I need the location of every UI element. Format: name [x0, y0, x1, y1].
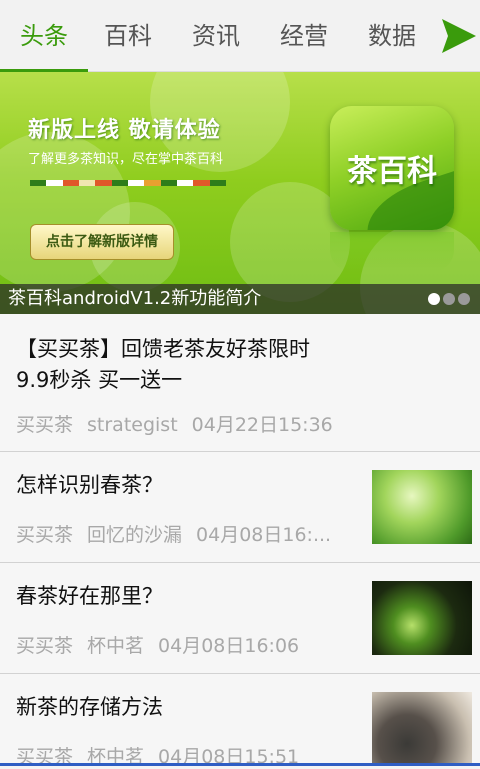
- more-tabs-button[interactable]: [438, 16, 480, 56]
- list-item[interactable]: 新茶的存储方法 买买茶 杯中茗 04月08日15:51: [0, 674, 480, 768]
- banner-caption-bar: 茶百科androidV1.2新功能简介: [0, 284, 480, 314]
- banner-color-strip: [30, 180, 226, 186]
- news-author: 回忆的沙漏: [87, 524, 183, 546]
- news-source: 买买茶: [16, 635, 74, 657]
- top-tab-bar: 头条 百科 资讯 经营 数据: [0, 0, 480, 72]
- tea-encyclopedia-logo: 茶百科: [330, 106, 454, 230]
- arrow-right-icon: [442, 19, 476, 53]
- news-thumbnail: [372, 470, 472, 544]
- logo-text: 茶百科: [347, 154, 437, 189]
- banner-carousel[interactable]: 新版上线 敬请体验 了解更多茶知识，尽在掌中茶百科 点击了解新版详情 茶百科 茶…: [0, 72, 480, 314]
- news-thumbnail: [372, 692, 472, 766]
- banner-promo-subtitle: 了解更多茶知识，尽在掌中茶百科: [28, 152, 224, 167]
- carousel-dot[interactable]: [458, 293, 470, 305]
- news-time: 04月08日16:06: [158, 635, 300, 657]
- news-title: 怎样识别春茶？: [16, 473, 163, 497]
- news-meta: 买买茶 strategist 04月22日15:36: [16, 410, 347, 437]
- tab-headlines[interactable]: 头条: [0, 0, 88, 72]
- list-item[interactable]: 【买买茶】回馈老茶友好茶限时9.9秒杀 买一送一 买买茶 strategist 04…: [0, 314, 480, 452]
- banner-caption: 茶百科androidV1.2新功能简介: [8, 288, 262, 309]
- carousel-dot[interactable]: [428, 293, 440, 305]
- news-meta: 买买茶 杯中茗 04月08日16:06: [16, 631, 313, 658]
- carousel-page-indicator: [428, 293, 470, 305]
- carousel-dot[interactable]: [443, 293, 455, 305]
- tab-data[interactable]: 数据: [348, 0, 436, 72]
- news-list: 【买买茶】回馈老茶友好茶限时9.9秒杀 买一送一 买买茶 strategist 04…: [0, 314, 480, 768]
- news-source: 买买茶: [16, 414, 74, 436]
- news-time: 04月08日16:...: [196, 524, 332, 546]
- banner-details-button[interactable]: 点击了解新版详情: [30, 224, 174, 260]
- tab-business[interactable]: 经营: [260, 0, 348, 72]
- news-thumbnail: [372, 581, 472, 655]
- list-item[interactable]: 怎样识别春茶？ 买买茶 回忆的沙漏 04月08日16:...: [0, 452, 480, 563]
- news-meta: 买买茶 回忆的沙漏 04月08日16:...: [16, 520, 345, 547]
- list-item[interactable]: 春茶好在那里？ 买买茶 杯中茗 04月08日16:06: [0, 563, 480, 674]
- banner-promo-title: 新版上线 敬请体验: [28, 118, 221, 143]
- tab-encyclopedia[interactable]: 百科: [84, 0, 172, 72]
- logo-reflection: [330, 232, 454, 272]
- news-author: 杯中茗: [87, 635, 145, 657]
- news-title: 春茶好在那里？: [16, 584, 163, 608]
- tab-news[interactable]: 资讯: [172, 0, 260, 72]
- news-time: 04月22日15:36: [191, 414, 333, 436]
- news-source: 买买茶: [16, 524, 74, 546]
- news-title: 【买买茶】回馈老茶友好茶限时9.9秒杀 买一送一: [16, 337, 310, 392]
- news-title: 新茶的存储方法: [16, 695, 163, 719]
- news-author: strategist: [87, 414, 178, 436]
